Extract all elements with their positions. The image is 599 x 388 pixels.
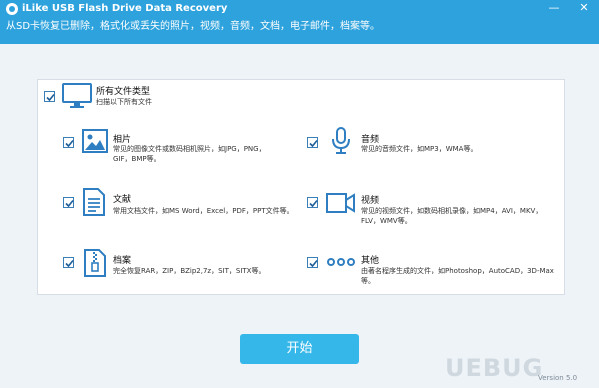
audio-checkbox[interactable] — [307, 137, 318, 148]
microphone-icon — [331, 127, 351, 158]
archives-title: 档案 — [113, 256, 132, 266]
video-desc: 常见的视频文件，如数码相机录像，如MP4，AVI，MKV，FLV，WMV等。 — [361, 207, 543, 225]
archives-desc: 完全恢复RAR，ZIP，BZip2,7z，SIT，SITX等。 — [113, 267, 266, 275]
photos-checkbox[interactable] — [63, 137, 74, 148]
archives-checkbox[interactable] — [63, 257, 74, 268]
image-icon — [82, 129, 108, 156]
documents-desc: 常用文档文件，如MS Word，Excel，PDF，PPT文件等。 — [113, 207, 294, 215]
video-checkbox[interactable] — [307, 197, 318, 208]
documents-title: 文献 — [113, 195, 132, 205]
title-bar: iLike USB Flash Drive Data Recovery 从SD卡… — [0, 0, 599, 44]
close-button[interactable]: ✕ — [576, 1, 592, 15]
all-types-desc: 扫描以下所有文件 — [96, 98, 152, 106]
documents-checkbox[interactable] — [63, 197, 74, 208]
all-types-checkbox[interactable] — [44, 91, 55, 102]
zip-file-icon — [84, 249, 106, 280]
file-type-panel: 所有文件类型 扫描以下所有文件 相片 常见的图像文件或数码相机照片，如JPG，P… — [37, 79, 565, 295]
others-checkbox[interactable] — [307, 257, 318, 268]
monitor-icon — [62, 83, 92, 112]
others-title: 其他 — [361, 256, 380, 266]
minimize-button[interactable]: — — [546, 1, 562, 15]
app-logo — [6, 3, 18, 15]
start-button[interactable]: 开始 — [240, 334, 359, 364]
version-label: Version 5.0 — [538, 374, 578, 382]
watermark-logo: UEBUG — [445, 354, 544, 382]
all-types-title: 所有文件类型 — [96, 87, 151, 97]
header-subtitle: 从SD卡恢复已删除，格式化或丢失的照片，视频，音频，文档，电子邮件，档案等。 — [6, 21, 381, 32]
more-dots-icon — [327, 257, 355, 270]
others-desc: 由著名程序生成的文件，如Photoshop，AutoCAD，3D-Max等。 — [361, 267, 554, 285]
photos-desc: 常见的图像文件或数码相机照片，如JPG，PNG，GIF，BMP等。 — [113, 145, 266, 163]
window-title: iLike USB Flash Drive Data Recovery — [22, 3, 228, 14]
video-title: 视频 — [361, 196, 380, 206]
document-icon — [83, 188, 105, 219]
audio-desc: 常见的音频文件，如MP3，WMA等。 — [361, 145, 478, 153]
video-camera-icon — [326, 192, 356, 217]
